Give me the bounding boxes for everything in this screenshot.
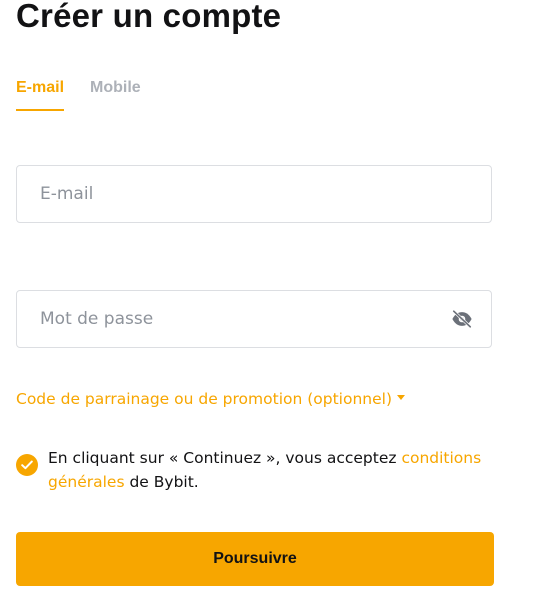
check-icon [21, 460, 33, 470]
submit-button[interactable]: Poursuivre [16, 532, 494, 586]
eye-off-icon[interactable] [451, 309, 473, 329]
page-title: Créer un compte [16, 0, 282, 34]
terms-text: En cliquant sur « Continuez », vous acce… [48, 446, 498, 494]
caret-down-icon [397, 395, 406, 400]
password-input[interactable] [17, 291, 491, 347]
terms-checkbox[interactable] [16, 454, 38, 476]
terms-text-before: En cliquant sur « Continuez », vous acce… [48, 449, 402, 467]
password-field [16, 290, 492, 348]
signup-method-tabs: E-mail Mobile [16, 76, 141, 112]
email-input[interactable] [17, 166, 491, 222]
promo-code-label: Code de parrainage ou de promotion (opti… [16, 390, 393, 408]
tab-mobile[interactable]: Mobile [90, 76, 141, 112]
email-field [16, 165, 492, 223]
promo-code-toggle[interactable]: Code de parrainage ou de promotion (opti… [16, 388, 406, 410]
signup-page: Créer un compte E-mail Mobile Code de pa… [0, 0, 540, 616]
tab-email[interactable]: E-mail [16, 76, 65, 112]
terms-text-after: de Bybit. [124, 473, 199, 491]
